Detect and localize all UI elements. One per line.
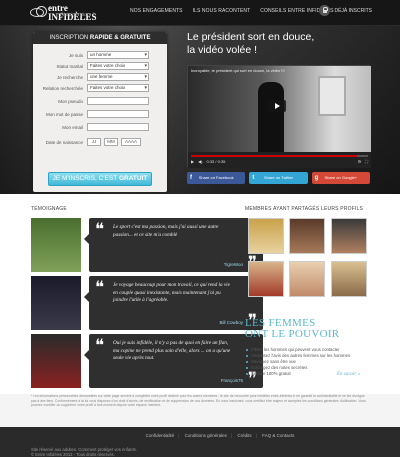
volume-icon[interactable]: ◀) — [198, 159, 202, 164]
login-link[interactable]: DÉJÀ INSCRITS — [319, 5, 372, 16]
nav-link-engagements[interactable]: NOS ENGAGEMENTS — [130, 8, 183, 14]
play-icon[interactable] — [268, 100, 286, 112]
birth-day-input[interactable]: JJ — [87, 138, 101, 146]
rings-logo-icon — [30, 6, 47, 17]
footer-copyright: Site réservé aux adultes. Comment protég… — [31, 447, 137, 457]
facebook-icon: f — [190, 175, 192, 181]
member-photo[interactable] — [331, 218, 367, 254]
testimonial-author: Bill Cowboy — [219, 320, 243, 325]
footer-link-faq[interactable]: FAQ & Contacts — [262, 433, 294, 438]
field-marital-status: Statut marital Faites votre choix — [33, 62, 167, 71]
testimonial-text: Oui je suis infidèle, il n'y a pas de qu… — [113, 340, 231, 361]
top-navigation-bar: entre INFIDÈLES Plaisir, et alors ? NOS E… — [0, 0, 400, 26]
lock-icon — [319, 5, 331, 16]
form-title: INSCRIPTION RAPIDE & GRATUITE — [33, 32, 167, 44]
field-relation: Relation recherchée Faites votre choix — [33, 84, 167, 93]
member-photo[interactable] — [331, 261, 367, 297]
gender-select[interactable]: un homme — [87, 51, 149, 59]
footer: Confidentialité | Conditions générales | C… — [0, 427, 400, 457]
email-input[interactable] — [87, 123, 149, 131]
nav-link-testimonials[interactable]: ILS NOUS RACONTENT — [193, 8, 251, 14]
hero-title: Le président sort en douce, la vidéo vol… — [187, 31, 367, 57]
play-pause-icon[interactable]: ▶ — [191, 159, 194, 164]
testimonial-item: ❝ Oui je suis infidèle, il n'y a pas de … — [31, 334, 263, 388]
share-facebook-button[interactable]: f Share on Facebook — [187, 172, 246, 184]
password-input[interactable] — [87, 110, 149, 118]
footer-links: Confidentialité | Conditions générales | C… — [145, 433, 295, 438]
signup-submit-button[interactable]: JE M'INSCRIS, C'EST GRATUIT — [48, 172, 152, 186]
quote-open-icon: ❝ — [95, 278, 105, 297]
seeking-select[interactable]: une femme — [87, 73, 149, 81]
testimonial-text: Le sport c'est ma passion, mais j'ai aus… — [113, 224, 219, 238]
birth-month-input[interactable]: MM — [104, 138, 118, 146]
field-label: Date de naissance — [45, 140, 83, 145]
women-power-title: LES FEMMES ONT LE POUVOIR — [245, 317, 340, 340]
video-controls: ▶ ◀) 0:33 / 0:35 ⚙ ⛶ — [188, 152, 371, 168]
field-label: Je recherche — [56, 75, 83, 80]
quote-open-icon: ❝ — [95, 336, 105, 355]
hero-title-line-1: Le président sort en douce, — [187, 31, 315, 43]
member-photo[interactable] — [289, 218, 325, 254]
legal-disclaimer: * Les informations personnelles demandée… — [31, 394, 366, 408]
marital-status-select[interactable]: Faites votre choix — [87, 62, 149, 70]
google-plus-icon: g — [314, 175, 319, 181]
field-birthdate: Date de naissance JJ MM AAAA — [33, 138, 167, 147]
testimonials-title: TÉMOIGNAGE — [31, 206, 67, 212]
footer-link-terms[interactable]: Conditions générales — [185, 433, 227, 438]
testimonial-photo — [31, 276, 81, 330]
testimonial-author: François75 — [220, 378, 243, 383]
fullscreen-icon[interactable]: ⛶ — [365, 159, 368, 164]
signup-form: INSCRIPTION RAPIDE & GRATUITE Je suis un… — [33, 32, 167, 192]
testimonial-text: Je voyage beaucoup pour mon travail, ce … — [113, 282, 230, 303]
twitter-icon: t — [252, 175, 255, 181]
share-twitter-button[interactable]: t Share on Twitter — [249, 172, 308, 184]
video-time: 0:33 / 0:35 — [206, 159, 226, 164]
share-buttons: f Share on Facebook t Share on Twitter g Sh… — [187, 172, 370, 184]
field-seeking: Je recherche une femme — [33, 73, 167, 82]
member-photo[interactable] — [289, 261, 325, 297]
testimonial-photo — [31, 218, 81, 272]
hero-title-line-2: la vidéo volée ! — [187, 44, 258, 56]
learn-more-link[interactable]: En savoir — [337, 372, 360, 377]
footer-link-privacy[interactable]: Confidentialité — [146, 433, 175, 438]
member-photo[interactable] — [248, 218, 284, 254]
testimonial-item: ❝ Je voyage beaucoup pour mon travail, c… — [31, 276, 263, 330]
field-username: Mon pseudo — [33, 97, 167, 106]
field-label: Mon email — [62, 125, 83, 130]
testimonial-author: TigreWoo — [223, 262, 243, 267]
quote-open-icon: ❝ — [95, 220, 105, 239]
login-label: DÉJÀ INSCRITS — [334, 7, 372, 14]
testimonial-item: ❝ Le sport c'est ma passion, mais j'ai a… — [31, 218, 263, 272]
member-photo[interactable] — [248, 261, 284, 297]
field-password: Mon mot de passe — [33, 110, 167, 119]
site-logo[interactable]: entre INFIDÈLES Plaisir, et alors ? — [30, 3, 110, 23]
video-frame: Incroyable, le président qui sort en dou… — [188, 66, 371, 152]
main-nav: NOS ENGAGEMENTS ILS NOUS RACONTENT CONSE… — [130, 8, 334, 14]
video-progress-fill — [191, 155, 358, 157]
username-input[interactable] — [87, 97, 149, 105]
field-label: Statut marital — [56, 64, 83, 69]
field-label: Je suis — [68, 53, 83, 58]
field-email: Mon email — [33, 123, 167, 132]
logo-tagline: Plaisir, et alors ? — [60, 13, 95, 18]
field-gender: Je suis un homme — [33, 51, 167, 60]
main-content: TÉMOIGNAGE ❝ Le sport c'est ma passion, … — [0, 194, 400, 394]
testimonial-photo — [31, 334, 81, 388]
video-caption: Incroyable, le président qui sort en dou… — [191, 68, 285, 73]
hero-section: INSCRIPTION RAPIDE & GRATUITE Je suis un… — [0, 26, 400, 194]
share-google-button[interactable]: g Share on Google+ — [311, 172, 370, 184]
field-label: Mon pseudo — [58, 99, 83, 104]
footer-link-credits[interactable]: Crédits — [237, 433, 251, 438]
video-progress-bar[interactable] — [191, 155, 368, 157]
video-player[interactable]: Incroyable, le président qui sort en dou… — [187, 65, 371, 168]
relation-select[interactable]: Faites votre choix — [87, 84, 149, 92]
settings-icon[interactable]: ⚙ — [358, 159, 362, 164]
field-label: Mon mot de passe — [45, 112, 83, 117]
field-label: Relation recherchée — [42, 86, 83, 91]
birth-year-input[interactable]: AAAA — [121, 138, 141, 146]
member-photo-grid — [245, 206, 370, 321]
